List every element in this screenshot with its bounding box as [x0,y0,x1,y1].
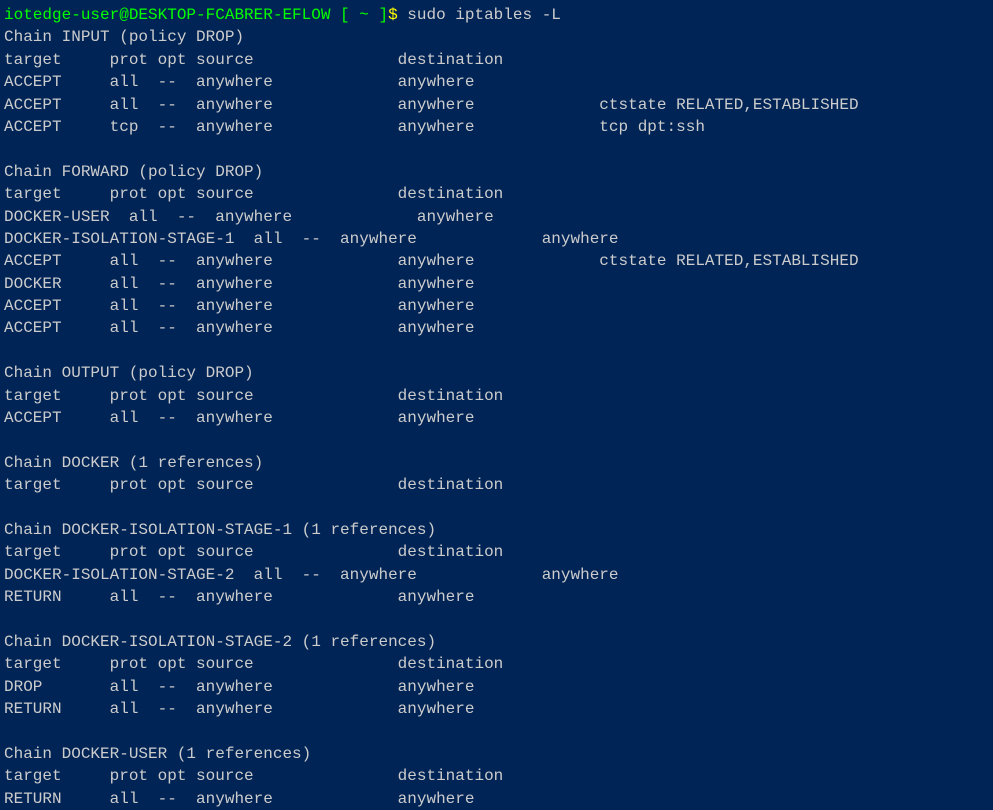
chain-columns: target prot opt source destination [4,765,989,787]
chain-columns: target prot opt source destination [4,49,989,71]
chain-columns: target prot opt source destination [4,183,989,205]
chain-rule: DOCKER-ISOLATION-STAGE-1 all -- anywhere… [4,228,989,250]
prompt-path: [ ~ ] [330,6,388,24]
chain-rule: ACCEPT all -- anywhere anywhere ctstate … [4,94,989,116]
chain-columns: target prot opt source destination [4,541,989,563]
blank-line [4,138,989,160]
chain-rule: RETURN all -- anywhere anywhere [4,788,989,810]
chain-columns: target prot opt source destination [4,653,989,675]
chain-header: Chain DOCKER-ISOLATION-STAGE-2 (1 refere… [4,631,989,653]
chain-rule: ACCEPT tcp -- anywhere anywhere tcp dpt:… [4,116,989,138]
chain-rule: DROP all -- anywhere anywhere [4,676,989,698]
chain-header: Chain FORWARD (policy DROP) [4,161,989,183]
chain-header: Chain DOCKER-ISOLATION-STAGE-1 (1 refere… [4,519,989,541]
chain-header: Chain INPUT (policy DROP) [4,26,989,48]
chain-rule: DOCKER-ISOLATION-STAGE-2 all -- anywhere… [4,564,989,586]
chain-rule: ACCEPT all -- anywhere anywhere [4,295,989,317]
chain-rule: ACCEPT all -- anywhere anywhere [4,71,989,93]
prompt-symbol: $ [388,6,407,24]
chain-rule: DOCKER all -- anywhere anywhere [4,273,989,295]
blank-line [4,721,989,743]
chain-rule: ACCEPT all -- anywhere anywhere ctstate … [4,250,989,272]
blank-line [4,340,989,362]
chain-rule: RETURN all -- anywhere anywhere [4,586,989,608]
chain-rule: ACCEPT all -- anywhere anywhere [4,317,989,339]
blank-line [4,609,989,631]
chain-header: Chain DOCKER (1 references) [4,452,989,474]
prompt-line[interactable]: iotedge-user@DESKTOP-FCABRER-EFLOW [ ~ ]… [4,4,989,26]
prompt-user-host: iotedge-user@DESKTOP-FCABRER-EFLOW [4,6,330,24]
chain-rule: ACCEPT all -- anywhere anywhere [4,407,989,429]
chain-header: Chain OUTPUT (policy DROP) [4,362,989,384]
blank-line [4,429,989,451]
chain-columns: target prot opt source destination [4,385,989,407]
chain-columns: target prot opt source destination [4,474,989,496]
chain-rule: RETURN all -- anywhere anywhere [4,698,989,720]
command-text: sudo iptables -L [407,6,561,24]
chain-rule: DOCKER-USER all -- anywhere anywhere [4,206,989,228]
terminal-output: iotedge-user@DESKTOP-FCABRER-EFLOW [ ~ ]… [4,4,989,810]
blank-line [4,497,989,519]
chain-header: Chain DOCKER-USER (1 references) [4,743,989,765]
